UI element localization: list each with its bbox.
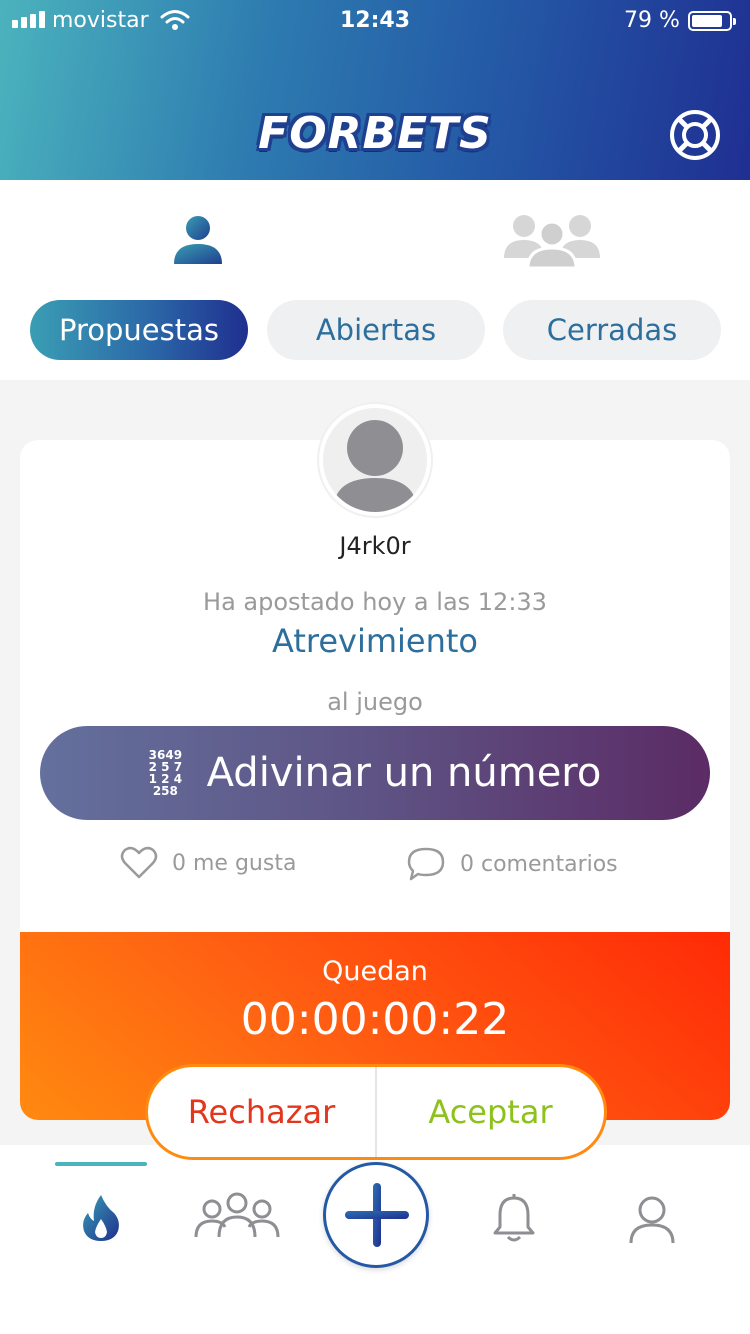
accept-button[interactable]: Aceptar [377,1067,604,1157]
likes-count: 0 me gusta [172,850,297,876]
avatar[interactable] [319,404,431,516]
plus-icon [345,1183,409,1247]
comment-icon [407,847,445,881]
game-intro-text: al juego [327,688,423,716]
battery-icon [688,11,736,31]
user-avatar-icon [333,420,417,512]
filter-area: Propuestas Abiertas Cerradas [0,180,750,380]
app-logo: FORBETS [258,108,492,159]
countdown-label: Quedan [322,956,428,987]
comment-button[interactable]: 0 comentarios [406,846,618,882]
bet-name[interactable]: Atrevimiento [0,622,750,660]
reject-button[interactable]: Rechazar [148,1067,377,1157]
tab-cerradas[interactable]: Cerradas [503,300,721,360]
heart-icon [120,846,158,879]
bet-actions: Rechazar Aceptar [145,1064,607,1160]
battery-percent: 79 % [624,8,680,33]
active-tab-indicator [55,1162,147,1166]
comments-count: 0 comentarios [460,851,618,877]
numbers-icon: 3649 2 5 71 2 4 258 [148,748,183,798]
tab-abiertas[interactable]: Abiertas [267,300,485,360]
bottom-tab-bar [0,1145,750,1334]
single-user-icon[interactable] [170,214,226,266]
add-bet-button[interactable] [323,1162,429,1268]
status-bar: movistar 12:43 79 % [0,0,750,40]
profile-icon[interactable] [628,1195,676,1245]
app-header: movistar 12:43 79 % FORBETS [0,0,750,180]
groups-icon[interactable] [192,1189,282,1241]
game-name: Adivinar un número [206,750,602,796]
countdown-timer: 00:00:00:22 [240,994,510,1045]
group-icon[interactable] [502,212,604,268]
tab-propuestas[interactable]: Propuestas [30,300,248,360]
username[interactable]: J4rk0r [0,532,750,560]
bell-icon[interactable] [492,1193,536,1245]
lifebuoy-icon[interactable] [668,108,722,162]
bet-timestamp: Ha apostado hoy a las 12:33 [203,588,547,616]
game-button[interactable]: 3649 2 5 71 2 4 258 Adivinar un número [40,726,710,820]
flame-icon[interactable] [80,1193,122,1243]
like-button[interactable]: 0 me gusta [120,846,296,880]
